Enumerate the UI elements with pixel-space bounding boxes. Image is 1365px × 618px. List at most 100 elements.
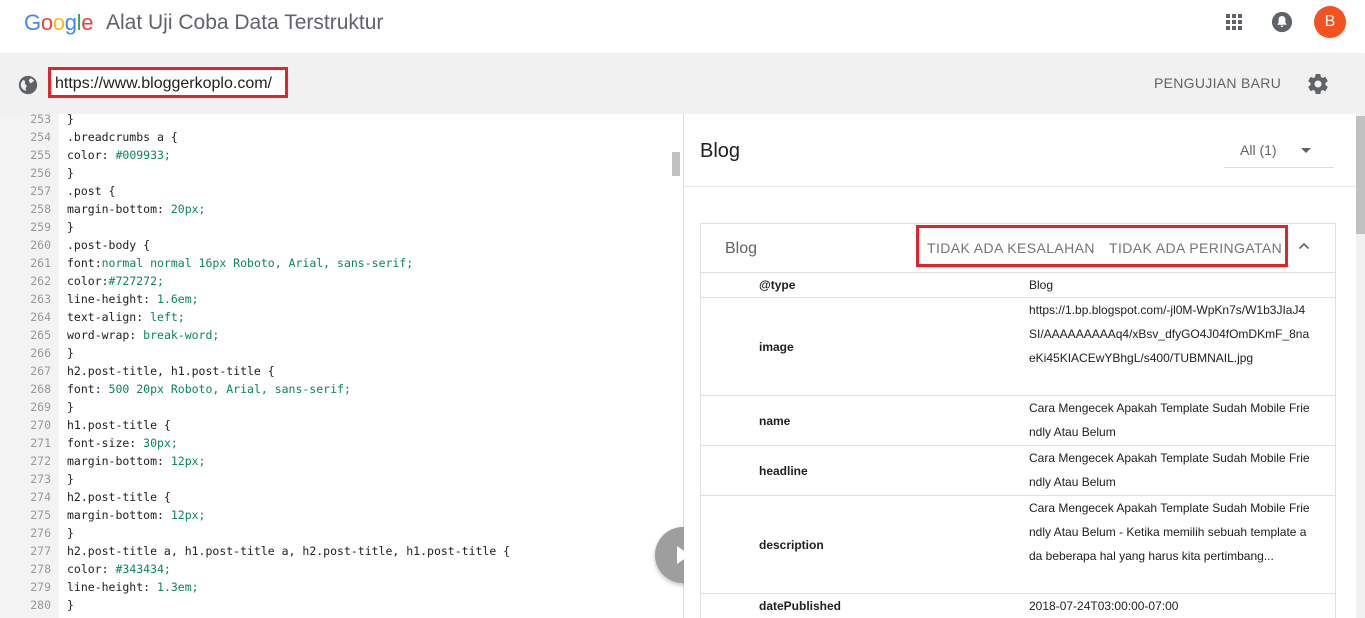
property-row: headline Cara Mengecek Apakah Template Su… <box>701 445 1335 495</box>
results-panel: Blog All (1) Blog TIDAK ADA KESALAHAN TI… <box>684 114 1365 618</box>
line-number: 254 <box>30 130 51 144</box>
property-value: Cara Mengecek Apakah Template Sudah Mobi… <box>1029 451 1310 489</box>
code-line: 260 .post-body { <box>0 236 150 254</box>
code-line: 262 color:#727272; <box>0 272 164 290</box>
scrollbar-thumb[interactable] <box>1356 116 1365 234</box>
property-value: Blog <box>1029 278 1054 292</box>
line-number: 255 <box>30 148 51 162</box>
code-lines: 253} 254 .breadcrumbs a { 255 color: #009933… <box>0 114 510 614</box>
code-line: 280} <box>0 596 74 614</box>
code-text: font:normal normal 16px Roboto, Arial, s… <box>67 256 414 270</box>
code-line: 255 color: #009933; <box>0 146 171 164</box>
line-number: 273 <box>30 472 51 486</box>
property-row: description Cara Mengecek Apakah Template… <box>701 495 1335 593</box>
code-line: 261 font:normal normal 16px Roboto, Arial… <box>0 254 413 272</box>
code-editor[interactable]: 253} 254 .breadcrumbs a { 255 color: #009933… <box>0 114 684 618</box>
line-number: 276 <box>30 526 51 540</box>
code-text: .post-body { <box>67 238 151 252</box>
line-number: 259 <box>30 220 51 234</box>
chevron-up-icon[interactable] <box>1298 240 1310 252</box>
property-key: image <box>759 339 794 354</box>
property-key: @type <box>759 278 796 292</box>
status-summary: TIDAK ADA KESALAHAN TIDAK ADA PERINGATAN <box>916 225 1288 267</box>
code-line: 275 margin-bottom: 12px; <box>0 506 205 524</box>
code-text: } <box>67 472 74 486</box>
bell-icon[interactable] <box>1271 11 1293 33</box>
code-text: color: #009933; <box>67 148 171 162</box>
code-line: 269} <box>0 398 74 416</box>
line-number: 268 <box>30 382 51 396</box>
code-text: h2.post-title, h1.post-title { <box>67 364 275 378</box>
code-line: 278 color: #343434; <box>0 560 171 578</box>
results-scrollbar[interactable] <box>1356 114 1365 618</box>
code-text: } <box>67 346 74 360</box>
code-text: word-wrap: break-word; <box>67 328 220 342</box>
property-value: 2018-07-24T03:00:00-07:00 <box>1029 599 1179 613</box>
code-line: 276} <box>0 524 74 542</box>
apps-grid-icon[interactable] <box>1226 14 1242 30</box>
divider <box>684 186 1365 187</box>
line-number: 280 <box>30 598 51 612</box>
line-number: 277 <box>30 544 51 558</box>
code-line: 279 line-height: 1.3em; <box>0 578 198 596</box>
code-text: text-align: left; <box>67 310 185 324</box>
line-number: 274 <box>30 490 51 504</box>
line-number: 257 <box>30 184 51 198</box>
code-scrollbar[interactable] <box>672 152 680 176</box>
code-line: 263 line-height: 1.6em; <box>0 290 198 308</box>
gear-icon[interactable] <box>1306 72 1330 96</box>
property-row: @type Blog <box>701 272 1335 297</box>
code-text: } <box>67 598 74 612</box>
property-table: @type Blog image https://1.bp.blogspot.com/… <box>701 272 1335 618</box>
filter-label: All (1) <box>1240 142 1277 158</box>
property-key: description <box>759 537 824 552</box>
avatar[interactable]: B <box>1314 6 1346 38</box>
code-text: } <box>67 526 74 540</box>
code-text: h2.post-title { <box>67 490 171 504</box>
line-number: 262 <box>30 274 51 288</box>
property-key: headline <box>759 463 808 478</box>
code-text: font-size: 30px; <box>67 436 178 450</box>
code-line: 274 h2.post-title { <box>0 488 171 506</box>
code-text: margin-bottom: 20px; <box>67 202 206 216</box>
property-row: image https://1.bp.blogspot.com/-jl0M-WpK… <box>701 297 1335 395</box>
url-input[interactable] <box>55 74 285 94</box>
code-line: 257 .post { <box>0 182 115 200</box>
code-text: h1.post-title { <box>67 418 171 432</box>
code-text: font: 500 20px Roboto, Arial, sans-serif… <box>67 382 351 396</box>
code-text: line-height: 1.3em; <box>67 580 199 594</box>
line-number: 258 <box>30 202 51 216</box>
line-number: 263 <box>30 292 51 306</box>
code-text: } <box>67 166 74 180</box>
filter-dropdown[interactable]: All (1) <box>1224 136 1334 168</box>
code-line: 273} <box>0 470 74 488</box>
line-number: 266 <box>30 346 51 360</box>
result-title: Blog <box>700 140 741 162</box>
line-number: 267 <box>30 364 51 378</box>
code-line: 267 h2.post-title, h1.post-title { <box>0 362 275 380</box>
top-bar: Google Alat Uji Coba Data Terstruktur B <box>0 0 1365 53</box>
property-key: name <box>759 413 791 428</box>
code-line: 253} <box>0 114 74 128</box>
property-key: datePublished <box>759 599 842 613</box>
code-line: 254 .breadcrumbs a { <box>0 128 178 146</box>
code-line: 264 text-align: left; <box>0 308 185 326</box>
code-text: } <box>67 400 74 414</box>
code-line: 272 margin-bottom: 12px; <box>0 452 205 470</box>
code-line: 268 font: 500 20px Roboto, Arial, sans-se… <box>0 380 351 398</box>
line-number: 271 <box>30 436 51 450</box>
line-number: 253 <box>30 114 51 126</box>
line-number: 278 <box>30 562 51 576</box>
line-number: 275 <box>30 508 51 522</box>
google-logo[interactable]: Google <box>24 10 93 36</box>
result-card: Blog TIDAK ADA KESALAHAN TIDAK ADA PERIN… <box>700 223 1336 618</box>
line-number: 270 <box>30 418 51 432</box>
url-input-box[interactable] <box>48 67 288 98</box>
code-text: h2.post-title a, h1.post-title a, h2.pos… <box>67 544 511 558</box>
code-text: .breadcrumbs a { <box>67 130 178 144</box>
new-test-button[interactable]: PENGUJIAN BARU <box>1154 75 1281 91</box>
code-text: } <box>67 114 74 126</box>
code-line: 266} <box>0 344 74 362</box>
property-row: datePublished 2018-07-24T03:00:00-07:00 <box>701 593 1335 618</box>
line-number: 272 <box>30 454 51 468</box>
